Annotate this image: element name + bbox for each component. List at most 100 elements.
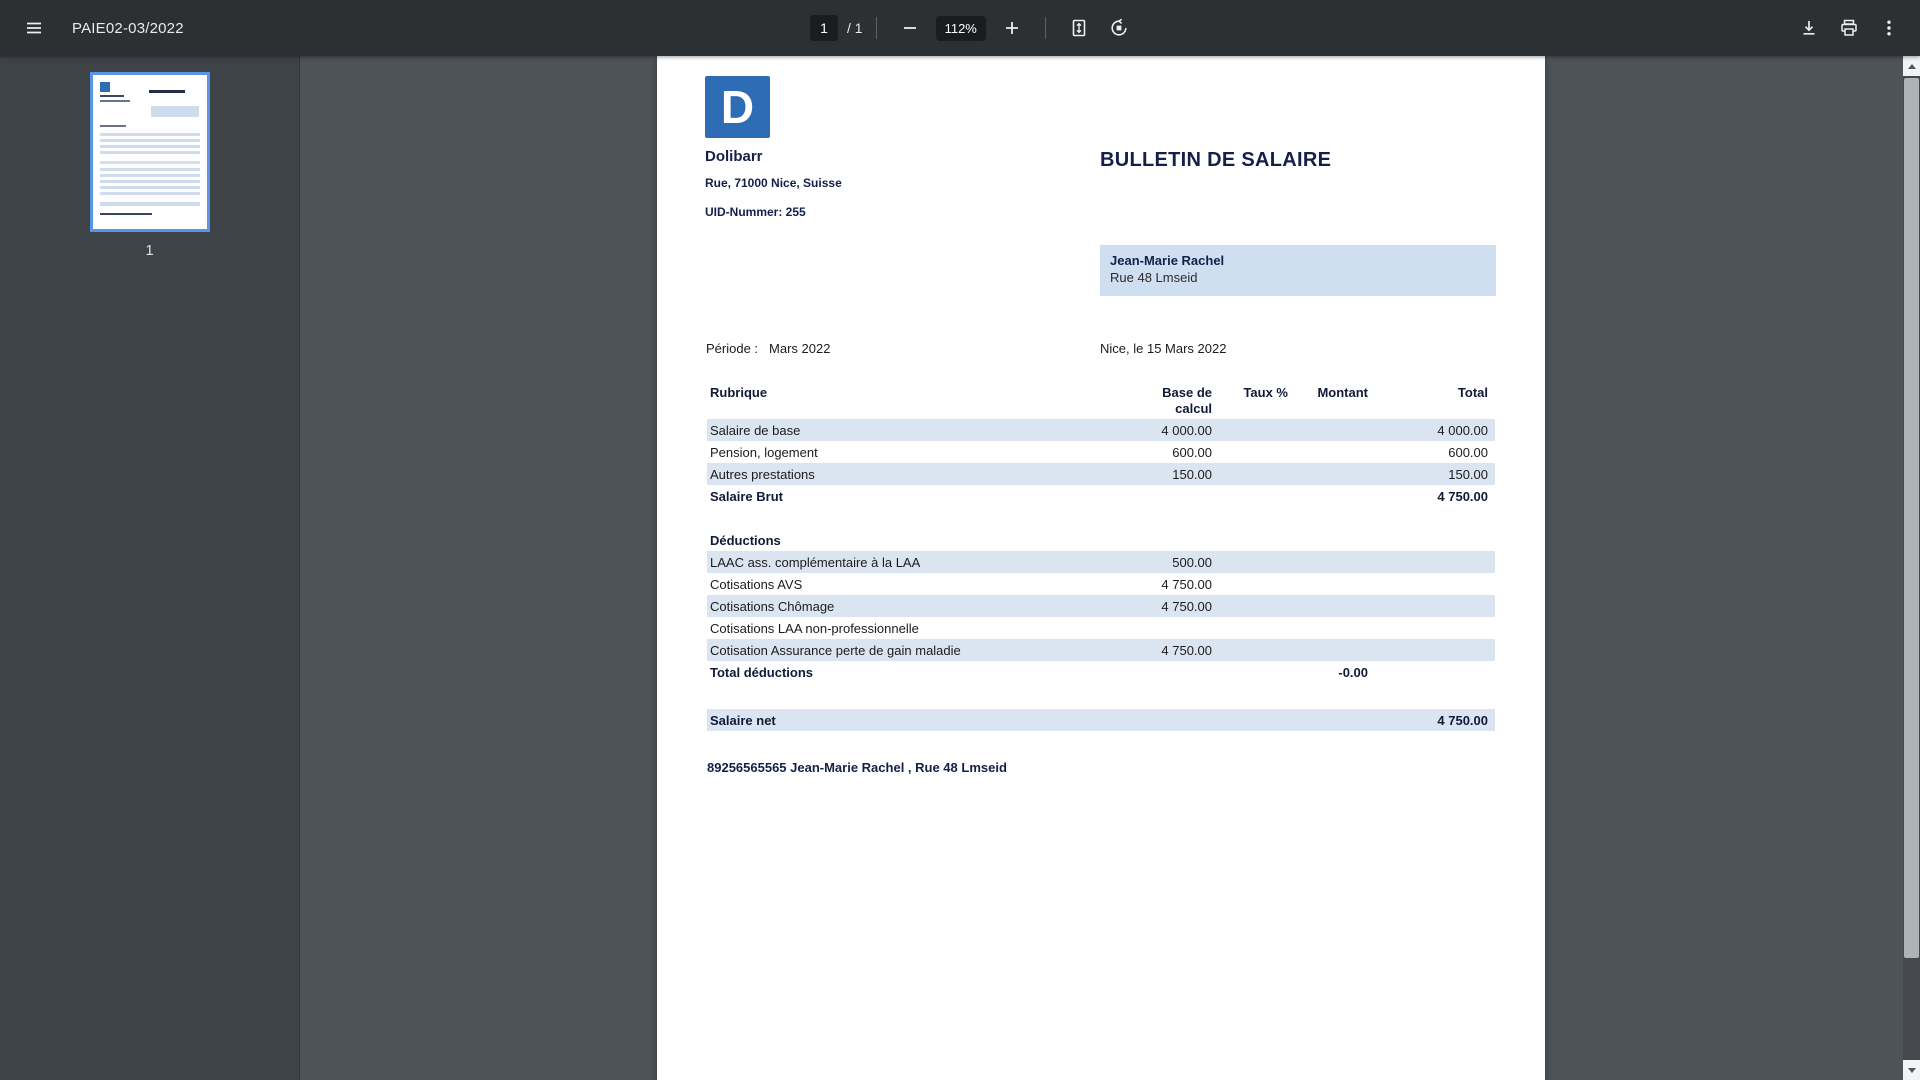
cell-total: 4 750.00 bbox=[1372, 489, 1495, 504]
cell-base-de-calcul: 4 750.00 bbox=[1095, 577, 1212, 592]
table-row: Salaire net 4 750.00 bbox=[707, 709, 1495, 731]
header-rubrique: Rubrique bbox=[707, 385, 1095, 401]
zoom-out-button[interactable] bbox=[890, 8, 930, 48]
thumbnail-table-rows bbox=[100, 168, 200, 198]
table-spacer bbox=[707, 507, 1495, 529]
recipient-address: Rue 48 Lmseid bbox=[1110, 270, 1486, 285]
hamburger-icon bbox=[24, 18, 44, 38]
cell-rubrique: Salaire net bbox=[707, 713, 1095, 728]
rotate-button[interactable] bbox=[1099, 8, 1139, 48]
toolbar-divider bbox=[1045, 17, 1046, 39]
salary-table-body: Salaire de base 4 000.00 4 000.00 Pensio… bbox=[707, 419, 1495, 731]
thumbnail-wrap: 1 bbox=[90, 72, 210, 259]
cell-base-de-calcul: 4 000.00 bbox=[1095, 423, 1212, 438]
thumbnail-sidebar: 1 bbox=[0, 56, 300, 1080]
page-count-label: / 1 bbox=[847, 20, 863, 36]
cell-total: 4 750.00 bbox=[1372, 713, 1495, 728]
thumbnail-company-line bbox=[100, 95, 124, 97]
vertical-scrollbar bbox=[1903, 56, 1920, 1080]
header-montant: Montant bbox=[1292, 385, 1372, 401]
company-uid: UID-Nummer: 255 bbox=[705, 205, 806, 219]
zoom-in-button[interactable] bbox=[992, 8, 1032, 48]
cell-rubrique: Cotisations Chômage bbox=[707, 599, 1095, 614]
table-row: Total déductions -0.00 bbox=[707, 661, 1495, 683]
page-number-input[interactable] bbox=[810, 15, 838, 41]
cell-total: 4 000.00 bbox=[1372, 423, 1495, 438]
scroll-down-button[interactable] bbox=[1903, 1060, 1920, 1080]
company-address: Rue, 71000 Nice, Suisse bbox=[705, 176, 842, 190]
download-button[interactable] bbox=[1789, 8, 1829, 48]
cell-rubrique: Déductions bbox=[707, 533, 1095, 548]
page-1-thumbnail[interactable] bbox=[90, 72, 210, 232]
salary-table: Rubrique Base de calcul Taux % Montant T… bbox=[707, 383, 1495, 731]
thumbnail-recipient-box bbox=[151, 106, 199, 117]
cell-montant: -0.00 bbox=[1292, 665, 1372, 680]
kebab-menu-icon bbox=[1879, 18, 1899, 38]
period-label: Période : bbox=[706, 341, 758, 356]
cell-rubrique: LAAC ass. complémentaire à la LAA bbox=[707, 555, 1095, 570]
header-total: Total bbox=[1372, 385, 1495, 401]
cell-rubrique: Cotisation Assurance perte de gain malad… bbox=[707, 643, 1095, 658]
cell-rubrique: Cotisations LAA non-professionnelle bbox=[707, 621, 1095, 636]
table-row: Déductions bbox=[707, 529, 1495, 551]
table-row: Salaire de base 4 000.00 4 000.00 bbox=[707, 419, 1495, 441]
cell-total: 600.00 bbox=[1372, 445, 1495, 460]
cell-base-de-calcul: 4 750.00 bbox=[1095, 643, 1212, 658]
company-name: Dolibarr bbox=[705, 148, 763, 165]
plus-icon bbox=[1002, 18, 1022, 38]
toolbar-right bbox=[1789, 8, 1909, 48]
header-base-de-calcul: Base de calcul bbox=[1095, 385, 1212, 416]
fit-page-icon bbox=[1069, 18, 1089, 38]
company-logo: D bbox=[705, 76, 770, 138]
table-row: Autres prestations 150.00 150.00 bbox=[707, 463, 1495, 485]
rotate-icon bbox=[1109, 18, 1129, 38]
thumbnail-rule bbox=[100, 161, 200, 164]
viewer-area: D Dolibarr Rue, 71000 Nice, Suisse UID-N… bbox=[300, 56, 1903, 1080]
table-row: Salaire Brut 4 750.00 bbox=[707, 485, 1495, 507]
table-row: Cotisations AVS 4 750.00 bbox=[707, 573, 1495, 595]
period-line: Période : Mars 2022 bbox=[706, 341, 830, 356]
recipient-box: Jean-Marie Rachel Rue 48 Lmseid bbox=[1100, 245, 1496, 296]
thumbnail-period-line bbox=[100, 125, 126, 127]
table-spacer bbox=[707, 683, 1495, 709]
cell-base-de-calcul: 150.00 bbox=[1095, 467, 1212, 482]
cell-rubrique: Autres prestations bbox=[707, 467, 1095, 482]
cell-base-de-calcul: 600.00 bbox=[1095, 445, 1212, 460]
table-row: Cotisation Assurance perte de gain malad… bbox=[707, 639, 1495, 661]
menu-button[interactable] bbox=[14, 8, 54, 48]
fit-page-button[interactable] bbox=[1059, 8, 1099, 48]
pdf-toolbar: PAIE02-03/2022 / 1 112% bbox=[0, 0, 1920, 56]
thumbnail-logo bbox=[100, 82, 110, 92]
print-button[interactable] bbox=[1829, 8, 1869, 48]
scrollbar-thumb[interactable] bbox=[1904, 78, 1919, 958]
more-options-button[interactable] bbox=[1869, 8, 1909, 48]
cell-rubrique: Salaire Brut bbox=[707, 489, 1095, 504]
thumbnail-net-row bbox=[100, 202, 200, 206]
toolbar-divider bbox=[876, 17, 877, 39]
cell-base-de-calcul: 500.00 bbox=[1095, 555, 1212, 570]
place-date: Nice, le 15 Mars 2022 bbox=[1100, 341, 1226, 356]
thumbnail-table-rows bbox=[100, 133, 200, 157]
cell-rubrique: Pension, logement bbox=[707, 445, 1095, 460]
table-row: LAAC ass. complémentaire à la LAA 500.00 bbox=[707, 551, 1495, 573]
cell-rubrique: Cotisations AVS bbox=[707, 577, 1095, 592]
payslip-title: BULLETIN DE SALAIRE bbox=[1100, 149, 1331, 172]
thumbnail-title-line bbox=[149, 90, 185, 93]
thumbnail-address-line bbox=[100, 100, 130, 102]
scroll-up-icon bbox=[1908, 64, 1916, 69]
document-title: PAIE02-03/2022 bbox=[72, 20, 184, 37]
table-row: Pension, logement 600.00 600.00 bbox=[707, 441, 1495, 463]
header-taux: Taux % bbox=[1212, 385, 1292, 401]
cell-rubrique: Salaire de base bbox=[707, 423, 1095, 438]
scroll-down-icon bbox=[1908, 1068, 1916, 1073]
toolbar-left: PAIE02-03/2022 bbox=[14, 0, 184, 56]
download-icon bbox=[1799, 18, 1819, 38]
table-row: Cotisations LAA non-professionnelle bbox=[707, 617, 1495, 639]
print-icon bbox=[1839, 18, 1859, 38]
cell-base-de-calcul: 4 750.00 bbox=[1095, 599, 1212, 614]
toolbar-center: / 1 112% bbox=[810, 0, 1139, 56]
cell-rubrique: Total déductions bbox=[707, 665, 1095, 680]
scroll-up-button[interactable] bbox=[1903, 56, 1920, 76]
period-value: Mars 2022 bbox=[769, 341, 830, 356]
table-row: Cotisations Chômage 4 750.00 bbox=[707, 595, 1495, 617]
